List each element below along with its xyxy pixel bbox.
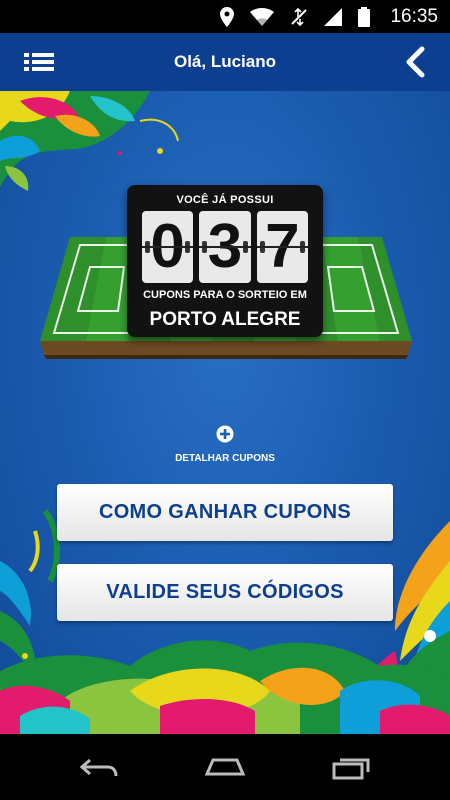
scoreboard-top-text: VOCÊ JÁ POSSUI: [176, 194, 274, 206]
city-label: PORTO ALEGRE: [149, 309, 301, 330]
how-to-earn-coupons-button[interactable]: COMO GANHAR CUPONS: [57, 484, 393, 541]
page-title: Olá, Luciano: [173, 52, 277, 71]
main-content: VOCÊ JÁ POSSUI 0 3 7 CUPONS PARA O SORTE…: [0, 91, 450, 734]
digit-value: 7: [265, 212, 300, 281]
status-icons: [220, 7, 370, 27]
nav-home-icon: [204, 758, 246, 776]
coupon-scoreboard: VOCÊ JÁ POSSUI 0 3 7 CUPONS PARA O SORTE…: [127, 185, 323, 337]
counter-digit: 3: [199, 211, 251, 283]
status-bar: 16:35: [0, 0, 450, 33]
plus-circle-icon: [216, 425, 234, 443]
validate-codes-button[interactable]: VALIDE SEUS CÓDIGOS: [57, 564, 393, 621]
chevron-left-icon: [406, 46, 425, 78]
battery-icon: [358, 7, 370, 27]
detail-coupons-label: DETALHAR CUPONS: [175, 453, 275, 464]
back-button[interactable]: [402, 45, 428, 79]
nav-recents-icon: [332, 758, 370, 780]
screen: 16:35 Olá, Luciano VOCÊ JÁ POSSUI 0 3 7 …: [0, 0, 450, 800]
signal-icon: [324, 8, 342, 26]
scoreboard-bottom-text: CUPONS PARA O SORTEIO EM: [143, 289, 307, 301]
nav-back-button[interactable]: [78, 754, 122, 782]
location-icon: [220, 7, 234, 27]
digit-value: 0: [150, 212, 185, 281]
data-off-icon: [291, 8, 307, 26]
detail-coupons-button[interactable]: DETALHAR CUPONS: [150, 425, 300, 465]
system-nav-bar: [0, 734, 450, 800]
coupon-counter: 0 3 7: [142, 211, 308, 283]
digit-value: 3: [207, 212, 243, 281]
nav-home-button[interactable]: [203, 754, 247, 782]
status-time: 16:35: [390, 6, 438, 27]
app-bar: Olá, Luciano: [0, 33, 450, 91]
counter-digit: 7: [256, 211, 308, 283]
nav-back-icon: [79, 758, 118, 777]
wifi-icon: [250, 8, 274, 26]
counter-digit: 0: [142, 211, 194, 283]
nav-recents-button[interactable]: [330, 754, 374, 782]
